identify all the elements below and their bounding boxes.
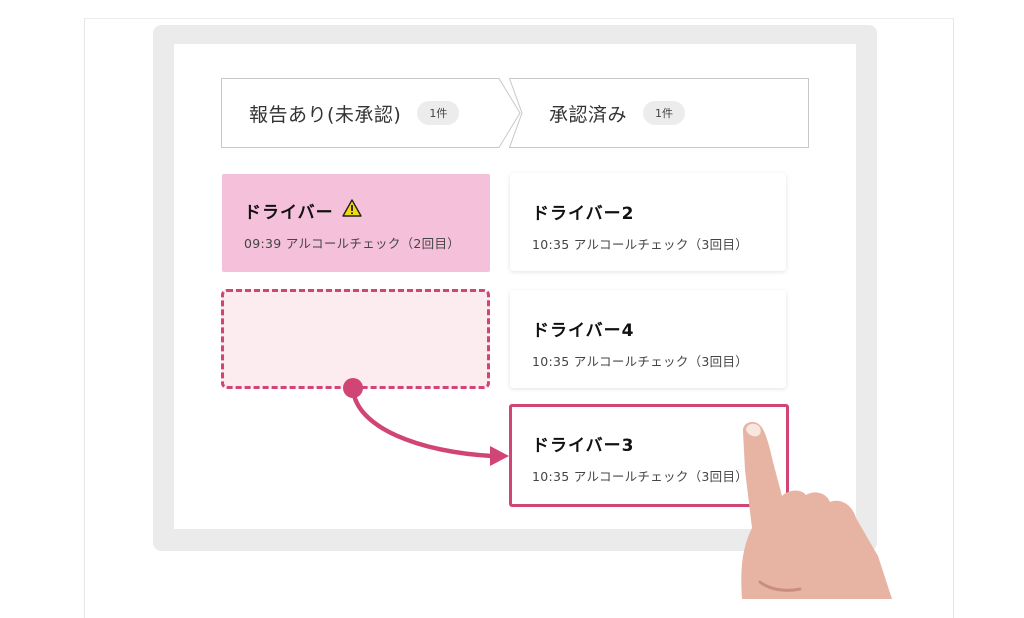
pointing-hand-icon xyxy=(741,422,892,599)
drag-arrow-icon xyxy=(343,378,509,466)
gesture-overlay xyxy=(343,378,892,599)
